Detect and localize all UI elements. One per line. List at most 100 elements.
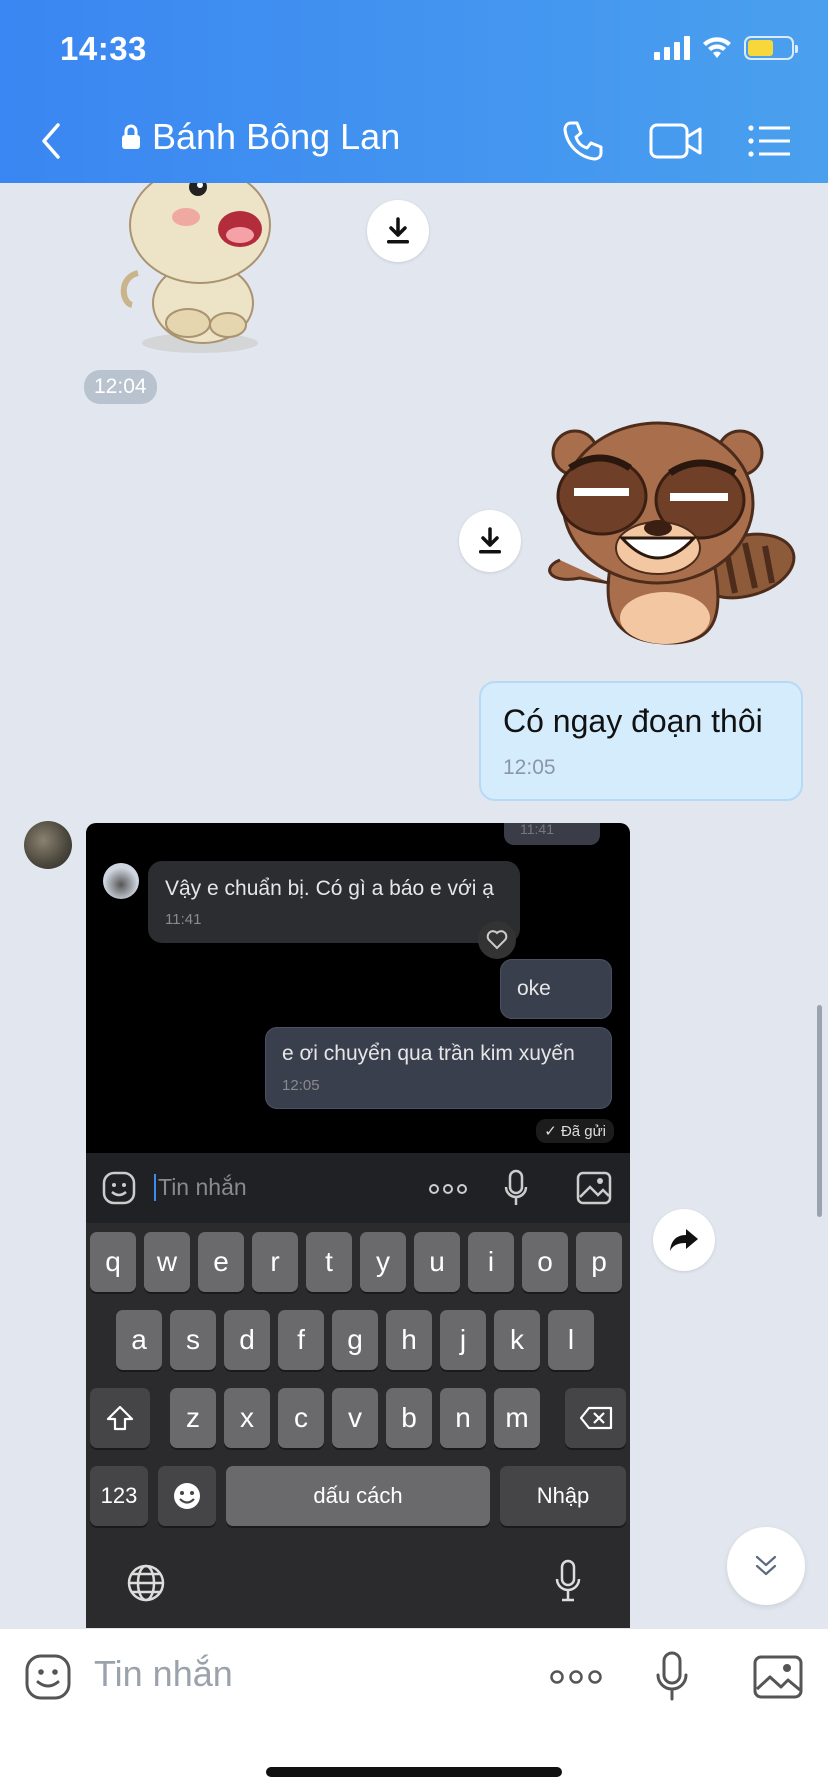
- message-time: 12:04: [84, 370, 157, 404]
- image-sent-status: ✓ Đã gửi: [536, 1119, 614, 1143]
- image-outgoing-bubble: oke: [500, 959, 612, 1019]
- key: u: [414, 1232, 460, 1292]
- image-message[interactable]: 11:41 Vậy e chuẩn bị. Có gì a báo e với …: [86, 823, 630, 1628]
- lock-icon: [122, 124, 140, 149]
- key: k: [494, 1310, 540, 1370]
- message-text: Có ngay đoạn thôi: [503, 703, 763, 739]
- more-icon: [429, 1184, 467, 1194]
- image-message-time: 11:41: [165, 911, 202, 928]
- key: d: [224, 1310, 270, 1370]
- status-time: 14:33: [60, 30, 147, 67]
- key: o: [522, 1232, 568, 1292]
- share-arrow-icon: [670, 1229, 698, 1251]
- list-icon: [748, 125, 790, 157]
- sticker-button[interactable]: [20, 1649, 76, 1705]
- image-outgoing-bubble: e ơi chuyển qua trần kim xuyến 12:05: [265, 1027, 612, 1109]
- key: l: [548, 1310, 594, 1370]
- key: v: [332, 1388, 378, 1448]
- key: n: [440, 1388, 486, 1448]
- shift-icon: [106, 1405, 134, 1431]
- key: m: [494, 1388, 540, 1448]
- key: a: [116, 1310, 162, 1370]
- chat-header: 14:33 Bánh Bông Lan: [0, 0, 828, 183]
- key: w: [144, 1232, 190, 1292]
- image-icon: [753, 1655, 803, 1699]
- scrollbar[interactable]: [817, 1005, 822, 1217]
- cat-sticker[interactable]: [118, 183, 288, 353]
- wifi-icon: [703, 37, 731, 58]
- image-message-text: Vậy e chuẩn bị. Có gì a báo e với ạ: [165, 877, 494, 900]
- backspace-key: [565, 1388, 626, 1448]
- voice-button[interactable]: [644, 1649, 700, 1705]
- raccoon-sticker[interactable]: [540, 418, 805, 648]
- image-keyboard: q w e r t y u i o p a s d f g h j k l z …: [86, 1223, 630, 1628]
- microphone-icon: [656, 1651, 688, 1701]
- key: i: [468, 1232, 514, 1292]
- double-chevron-down-icon: [755, 1555, 777, 1576]
- image-incoming-bubble: Vậy e chuẩn bị. Có gì a báo e với ạ 11:4…: [148, 861, 520, 943]
- emoji-key: [158, 1466, 216, 1526]
- key: z: [170, 1388, 216, 1448]
- image-avatar: [103, 863, 139, 899]
- avatar[interactable]: [24, 821, 72, 869]
- video-camera-icon: [649, 123, 702, 159]
- emoji-icon: [174, 1483, 200, 1509]
- home-indicator: [266, 1767, 562, 1777]
- numbers-key: 123: [90, 1466, 148, 1526]
- microphone-icon: [504, 1169, 528, 1205]
- space-key: dấu cách: [226, 1466, 490, 1526]
- microphone-icon: [555, 1559, 581, 1602]
- image-icon: [576, 1171, 612, 1205]
- more-icon: [550, 1670, 602, 1684]
- image-input-bar: Tin nhắn: [86, 1153, 630, 1223]
- chat-title-area[interactable]: Bánh Bông Lan: [120, 116, 400, 158]
- chat-title: Bánh Bông Lan: [152, 116, 401, 157]
- battery-icon: [744, 36, 798, 60]
- download-icon: [479, 527, 501, 554]
- key: y: [360, 1232, 406, 1292]
- key: j: [440, 1310, 486, 1370]
- key: b: [386, 1388, 432, 1448]
- key: e: [198, 1232, 244, 1292]
- chat-area[interactable]: 12:04 Có ngay đoạn thôi 12:05 11:41 Vậy …: [0, 183, 828, 1628]
- signal-icon: [654, 36, 690, 60]
- image-partial-bubble: 11:41: [504, 823, 600, 845]
- image-message-text: e ơi chuyển qua trần kim xuyến: [282, 1042, 575, 1065]
- video-call-button[interactable]: [648, 118, 704, 164]
- shift-key: [90, 1388, 150, 1448]
- key: r: [252, 1232, 298, 1292]
- sticker-icon: [25, 1654, 71, 1700]
- key: c: [278, 1388, 324, 1448]
- download-icon: [387, 217, 409, 244]
- key: p: [576, 1232, 622, 1292]
- message-composer: Tin nhắn: [0, 1628, 828, 1792]
- heart-icon: [478, 921, 516, 959]
- key: h: [386, 1310, 432, 1370]
- message-input[interactable]: Tin nhắn: [94, 1653, 233, 1695]
- key: s: [170, 1310, 216, 1370]
- sticker-icon: [102, 1171, 136, 1205]
- key: q: [90, 1232, 136, 1292]
- phone-icon: [563, 121, 603, 161]
- key: t: [306, 1232, 352, 1292]
- share-button[interactable]: [653, 1209, 715, 1271]
- back-button[interactable]: [38, 118, 78, 164]
- download-button[interactable]: [367, 200, 429, 262]
- scroll-to-bottom-button[interactable]: [727, 1527, 805, 1605]
- image-input-placeholder: Tin nhắn: [154, 1174, 247, 1201]
- key: g: [332, 1310, 378, 1370]
- status-icons: [654, 36, 798, 60]
- outgoing-message-bubble[interactable]: Có ngay đoạn thôi 12:05: [479, 681, 803, 801]
- globe-icon: [127, 1564, 165, 1602]
- download-button[interactable]: [459, 510, 521, 572]
- call-button[interactable]: [558, 118, 608, 164]
- chevron-left-icon: [42, 123, 60, 159]
- more-button[interactable]: [548, 1649, 604, 1705]
- message-time: 12:05: [503, 756, 556, 779]
- key: x: [224, 1388, 270, 1448]
- image-message-time: 12:05: [282, 1077, 320, 1094]
- return-key: Nhập: [500, 1466, 626, 1526]
- key: f: [278, 1310, 324, 1370]
- menu-button[interactable]: [744, 118, 794, 164]
- photo-button[interactable]: [750, 1649, 806, 1705]
